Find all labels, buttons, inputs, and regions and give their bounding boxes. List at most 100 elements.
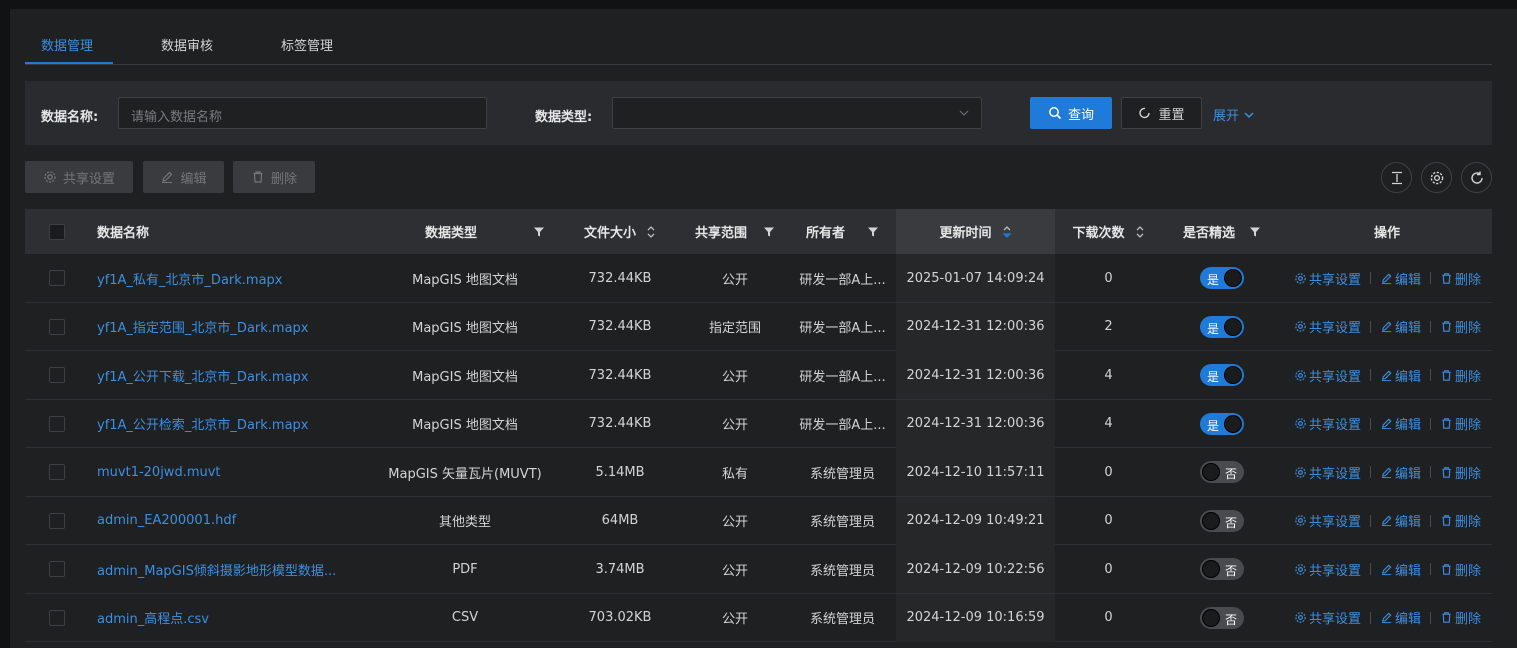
row-data-name[interactable]: yf1A_公开下载_北京市_Dark.mapx <box>97 351 362 399</box>
sort-icon[interactable] <box>1135 225 1145 239</box>
row-checkbox[interactable] <box>49 561 65 577</box>
col-header-featured[interactable]: 是否精选 <box>1162 209 1282 254</box>
edit-label: 编辑 <box>180 171 207 187</box>
col-header-updated[interactable]: 更新时间 <box>896 209 1055 254</box>
row-data-name[interactable]: admin_EA200001.hdf <box>97 497 362 545</box>
trash-icon <box>1440 466 1453 479</box>
row-checkbox[interactable] <box>49 609 65 626</box>
expand-link[interactable]: 展开 <box>1213 105 1255 124</box>
col-header-owner[interactable]: 所有者 <box>790 209 895 254</box>
row-share-scope: 公开 <box>721 272 748 288</box>
row-delete-label: 删除 <box>1455 563 1482 579</box>
delete-button[interactable]: 删除 <box>233 161 315 193</box>
row-checkbox[interactable] <box>49 415 65 432</box>
row-checkbox[interactable] <box>49 270 65 286</box>
refresh-button[interactable] <box>1461 162 1492 193</box>
row-checkbox[interactable] <box>49 367 65 383</box>
row-share-settings-link[interactable]: 共享设置 <box>1294 269 1361 288</box>
sort-desc-icon[interactable] <box>1001 225 1012 239</box>
row-checkbox[interactable] <box>49 318 65 335</box>
row-edit-label: 编辑 <box>1395 515 1422 530</box>
row-edit-link[interactable]: 编辑 <box>1380 560 1421 579</box>
row-data-name[interactable]: admin_高程点.csv <box>97 594 362 642</box>
type-select[interactable] <box>612 97 982 129</box>
share-settings-button[interactable]: 共享设置 <box>25 161 133 193</box>
row-data-name[interactable]: muvt1-20jwd.muvt <box>97 448 362 496</box>
action-divider <box>1430 417 1432 430</box>
row-delete-label: 删除 <box>1455 321 1482 336</box>
reset-icon <box>1139 107 1151 119</box>
table-row[interactable]: yf1A_指定范围_北京市_Dark.mapx MapGIS 地图文档 732.… <box>25 302 1492 351</box>
col-updated-label: 更新时间 <box>939 226 992 241</box>
table-row[interactable]: yf1A_公开检索_北京市_Dark.mapx MapGIS 地图文档 732.… <box>25 399 1492 448</box>
column-height-button[interactable] <box>1381 162 1412 193</box>
row-share-settings-link[interactable]: 共享设置 <box>1294 511 1361 530</box>
featured-toggle[interactable]: 是 <box>1200 315 1244 338</box>
row-checkbox[interactable] <box>49 464 65 480</box>
row-checkbox[interactable] <box>49 512 65 529</box>
row-download-count: 4 <box>1104 367 1113 383</box>
filter-icon[interactable] <box>763 226 775 238</box>
row-data-name[interactable]: yf1A_指定范围_北京市_Dark.mapx <box>97 303 362 351</box>
row-checkbox-cell <box>25 497 89 545</box>
edit-icon <box>1380 563 1393 576</box>
row-share-settings-link[interactable]: 共享设置 <box>1294 560 1361 579</box>
featured-toggle[interactable]: 是 <box>1200 412 1244 435</box>
row-data-name[interactable]: admin_MapGIS倾斜摄影地形模型数据... <box>97 545 362 593</box>
filter-icon[interactable] <box>867 226 879 238</box>
filter-icon[interactable] <box>1249 226 1261 238</box>
row-share-settings-link[interactable]: 共享设置 <box>1294 608 1361 627</box>
select-all-checkbox[interactable] <box>49 223 65 240</box>
row-edit-link[interactable]: 编辑 <box>1380 608 1421 627</box>
featured-toggle[interactable]: 是 <box>1200 364 1244 386</box>
featured-toggle[interactable]: 否 <box>1200 558 1244 580</box>
edit-button[interactable]: 编辑 <box>143 161 224 193</box>
row-edit-label: 编辑 <box>1395 272 1422 288</box>
table-row[interactable]: muvt1-20jwd.muvt MapGIS 矢量瓦片(MUVT) 5.14M… <box>25 448 1492 497</box>
table-row[interactable]: admin_高程点.csv CSV 703.02KB 公开 系统管理员 2024… <box>25 593 1492 642</box>
row-delete-link[interactable]: 删除 <box>1440 269 1481 288</box>
filter-icon[interactable] <box>533 226 545 238</box>
row-edit-link[interactable]: 编辑 <box>1380 317 1421 336</box>
row-delete-link[interactable]: 删除 <box>1440 366 1481 385</box>
reset-button[interactable]: 重置 <box>1121 97 1202 129</box>
table-row[interactable]: admin_EA200001.hdf 其他类型 64MB 公开 系统管理员 20… <box>25 496 1492 545</box>
row-delete-link[interactable]: 删除 <box>1440 511 1481 530</box>
row-share-settings-link[interactable]: 共享设置 <box>1294 414 1361 433</box>
row-delete-link[interactable]: 删除 <box>1440 560 1481 579</box>
query-button[interactable]: 查询 <box>1030 97 1112 129</box>
col-header-scope[interactable]: 共享范围 <box>680 209 790 254</box>
featured-toggle[interactable]: 否 <box>1200 606 1244 629</box>
row-delete-link[interactable]: 删除 <box>1440 414 1481 433</box>
featured-toggle[interactable]: 是 <box>1200 267 1244 289</box>
featured-toggle[interactable]: 否 <box>1200 461 1244 483</box>
action-divider <box>1430 320 1432 333</box>
row-share-settings-link[interactable]: 共享设置 <box>1294 317 1361 336</box>
row-edit-link[interactable]: 编辑 <box>1380 511 1421 530</box>
name-search-input[interactable]: 请输入数据名称 <box>118 97 487 129</box>
row-share-settings-link[interactable]: 共享设置 <box>1294 366 1361 385</box>
row-data-name[interactable]: yf1A_公开检索_北京市_Dark.mapx <box>97 400 362 448</box>
row-delete-link[interactable]: 删除 <box>1440 608 1481 627</box>
col-header-downloads[interactable]: 下载次数 <box>1055 209 1162 254</box>
row-share-label: 共享设置 <box>1309 272 1362 288</box>
sort-icon[interactable] <box>646 225 656 239</box>
table-row[interactable]: yf1A_私有_北京市_Dark.mapx MapGIS 地图文档 732.44… <box>25 254 1492 303</box>
table-row[interactable]: admin_MapGIS倾斜摄影地形模型数据... PDF 3.74MB 公开 … <box>25 545 1492 594</box>
table-settings-button[interactable] <box>1421 162 1452 193</box>
row-edit-link[interactable]: 编辑 <box>1380 463 1421 482</box>
row-edit-link[interactable]: 编辑 <box>1380 414 1421 433</box>
row-share-settings-link[interactable]: 共享设置 <box>1294 463 1361 482</box>
col-header-size[interactable]: 文件大小 <box>570 209 670 254</box>
featured-toggle[interactable]: 否 <box>1200 509 1244 532</box>
table-row[interactable]: yf1A_公开下载_北京市_Dark.mapx MapGIS 地图文档 732.… <box>25 351 1492 400</box>
row-delete-link[interactable]: 删除 <box>1440 317 1481 336</box>
row-edit-link[interactable]: 编辑 <box>1380 366 1421 385</box>
tab-data-management[interactable]: 数据管理 <box>41 35 93 54</box>
col-header-type[interactable]: 数据类型 <box>365 209 565 254</box>
row-data-name[interactable]: yf1A_私有_北京市_Dark.mapx <box>97 254 362 302</box>
tab-data-review[interactable]: 数据审核 <box>161 35 213 54</box>
tab-tag-management[interactable]: 标签管理 <box>281 35 333 54</box>
row-edit-link[interactable]: 编辑 <box>1380 269 1421 288</box>
row-delete-link[interactable]: 删除 <box>1440 463 1481 482</box>
